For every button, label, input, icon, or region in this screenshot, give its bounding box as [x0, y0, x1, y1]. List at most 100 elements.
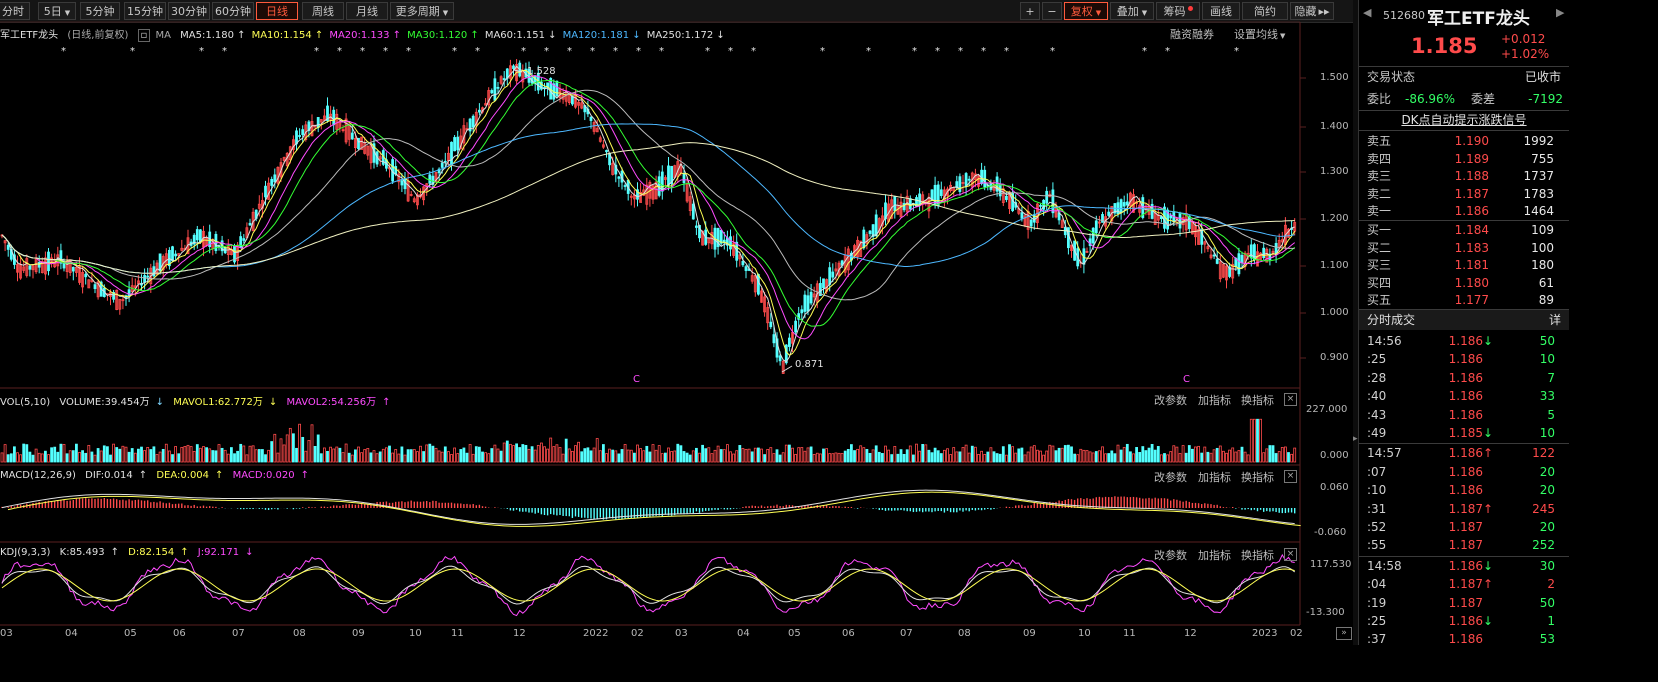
- bid-level-3[interactable]: 买三 1.181 180: [1359, 256, 1569, 274]
- ask-price: 1.186: [1454, 204, 1489, 219]
- volume-bar: [1079, 448, 1083, 463]
- up-arrow-icon: ↑: [180, 547, 189, 558]
- volume-bar: [474, 446, 478, 463]
- bid-level-1[interactable]: 买一 1.184 109: [1359, 221, 1569, 239]
- volume-bar: [44, 450, 47, 463]
- macd-switch-indicator-link[interactable]: 换指标: [1241, 469, 1274, 485]
- vol-switch-indicator-link[interactable]: 换指标: [1241, 392, 1274, 408]
- volume-bar: [508, 443, 512, 463]
- bid-level-2[interactable]: 买二 1.183 100: [1359, 239, 1569, 257]
- signal-star-icon: *: [337, 46, 342, 57]
- candle-body: [772, 334, 776, 344]
- volume-bar: [803, 450, 807, 463]
- candle-body: [512, 65, 515, 69]
- volume-bar: [211, 450, 215, 463]
- volume-bar: [322, 447, 326, 463]
- signal-star-icon: *: [544, 46, 549, 57]
- up-arrow-icon: ↑: [138, 470, 148, 481]
- bid-level-4[interactable]: 买四 1.180 61: [1359, 274, 1569, 292]
- candle-body: [6, 244, 10, 250]
- tick-volume: 10: [1539, 352, 1555, 367]
- volume-bar: [664, 452, 667, 463]
- macd-edit-params-link[interactable]: 改参数: [1154, 469, 1187, 485]
- tick-row: :31 1.187 ↑ 245: [1359, 500, 1569, 518]
- volume-bar: [602, 444, 605, 463]
- collapse-arrow-icon[interactable]: ▸: [1353, 434, 1358, 444]
- tick-time: :55: [1367, 538, 1387, 553]
- candle-body: [456, 136, 460, 151]
- ticks-detail-link[interactable]: 详: [1549, 310, 1561, 330]
- dk-signal-link[interactable]: DK点自动提示涨跌信号: [1359, 111, 1569, 129]
- volume-bar: [75, 443, 78, 463]
- volume-bar: [722, 449, 726, 463]
- tick-time: :19: [1367, 595, 1387, 610]
- volume-bar: [316, 434, 320, 463]
- tick-price: 1.186: [1448, 558, 1483, 573]
- volume-bar: [639, 448, 642, 463]
- volume-bar: [583, 448, 587, 463]
- kdj-add-indicator-link[interactable]: 加指标: [1198, 547, 1231, 563]
- macd-add-indicator-link[interactable]: 加指标: [1198, 469, 1231, 485]
- kdj-switch-indicator-link[interactable]: 换指标: [1241, 547, 1274, 563]
- vol-edit-params-link[interactable]: 改参数: [1154, 392, 1187, 408]
- candle-body: [93, 284, 97, 289]
- vol-axis-min: 0.000: [1320, 450, 1349, 461]
- candle-body: [1274, 243, 1278, 255]
- volume-bar: [1181, 445, 1185, 463]
- ticks-title: 分时成交: [1367, 313, 1416, 327]
- volume-bar: [918, 450, 921, 463]
- tick-price: 1.185: [1448, 426, 1483, 440]
- ask-level-1[interactable]: 卖五 1.190 1992: [1359, 132, 1569, 150]
- volume-bar: [502, 442, 506, 463]
- vol-add-indicator-link[interactable]: 加指标: [1198, 392, 1231, 408]
- signal-star-icon: *: [406, 46, 411, 57]
- ask-level-4[interactable]: 卖二 1.187 1783: [1359, 185, 1569, 203]
- candle-body: [757, 274, 760, 295]
- volume-bar: [1122, 447, 1126, 463]
- volume-bar: [415, 451, 419, 463]
- volume-bar: [1265, 448, 1269, 463]
- bid-level-5[interactable]: 买五 1.177 89: [1359, 291, 1569, 309]
- kdj-close-icon[interactable]: ×: [1284, 548, 1297, 561]
- next-security-icon[interactable]: ▶: [1556, 6, 1564, 19]
- kdj-edit-params-link[interactable]: 改参数: [1154, 547, 1187, 563]
- signal-star-icon: *: [981, 46, 986, 57]
- volume-bar: [341, 452, 345, 463]
- tick-row: :52 1.187 20: [1359, 518, 1569, 536]
- volume-bar: [676, 443, 680, 463]
- kdj-axis-min: -13.300: [1306, 607, 1345, 618]
- volume-bar: [167, 450, 171, 463]
- bid-label: 买二: [1367, 240, 1392, 255]
- volume-bar: [282, 444, 286, 463]
- volume-bar: [276, 452, 280, 463]
- volume-bar: [1215, 447, 1219, 463]
- volume-bar: [1222, 450, 1225, 463]
- macd-axis-max: 0.060: [1320, 482, 1349, 493]
- volume-bar: [251, 445, 255, 463]
- macd-close-icon[interactable]: ×: [1284, 470, 1297, 483]
- ask-level-3[interactable]: 卖三 1.188 1737: [1359, 167, 1569, 185]
- volume-bar: [571, 450, 574, 463]
- volume-bar: [171, 454, 174, 463]
- volume-bar: [617, 453, 621, 463]
- volume-bar: [682, 451, 686, 463]
- ask-level-5[interactable]: 卖一 1.186 1464: [1359, 202, 1569, 220]
- volume-bar: [186, 444, 190, 463]
- volume-bar: [812, 454, 816, 463]
- quote-panel: ◀ 512680 军工ETF龙头 ▶ 1.185 +0.012 +1.02% 交…: [1358, 0, 1569, 646]
- candle-body: [691, 203, 695, 220]
- kdj-info-line: KDJ(9,3,3) K:85.493 ↑ D:82.154 ↑ J:92.171 ↓: [0, 547, 260, 558]
- bid-price: 1.184: [1454, 223, 1489, 237]
- period-high-label: 1.528: [527, 66, 556, 77]
- volume-bar: [967, 452, 971, 463]
- down-arrow-icon: ↓: [1483, 334, 1494, 348]
- scroll-right-icon[interactable]: »: [1336, 627, 1352, 640]
- volume-bar: [794, 453, 797, 463]
- prev-security-icon[interactable]: ◀: [1363, 6, 1371, 19]
- ask-level-2[interactable]: 卖四 1.189 755: [1359, 150, 1569, 168]
- vol-close-icon[interactable]: ×: [1284, 393, 1297, 406]
- volume-bar: [716, 445, 720, 463]
- volume-bar: [757, 447, 760, 463]
- candle-body: [1094, 220, 1098, 234]
- volume-bar: [133, 452, 137, 463]
